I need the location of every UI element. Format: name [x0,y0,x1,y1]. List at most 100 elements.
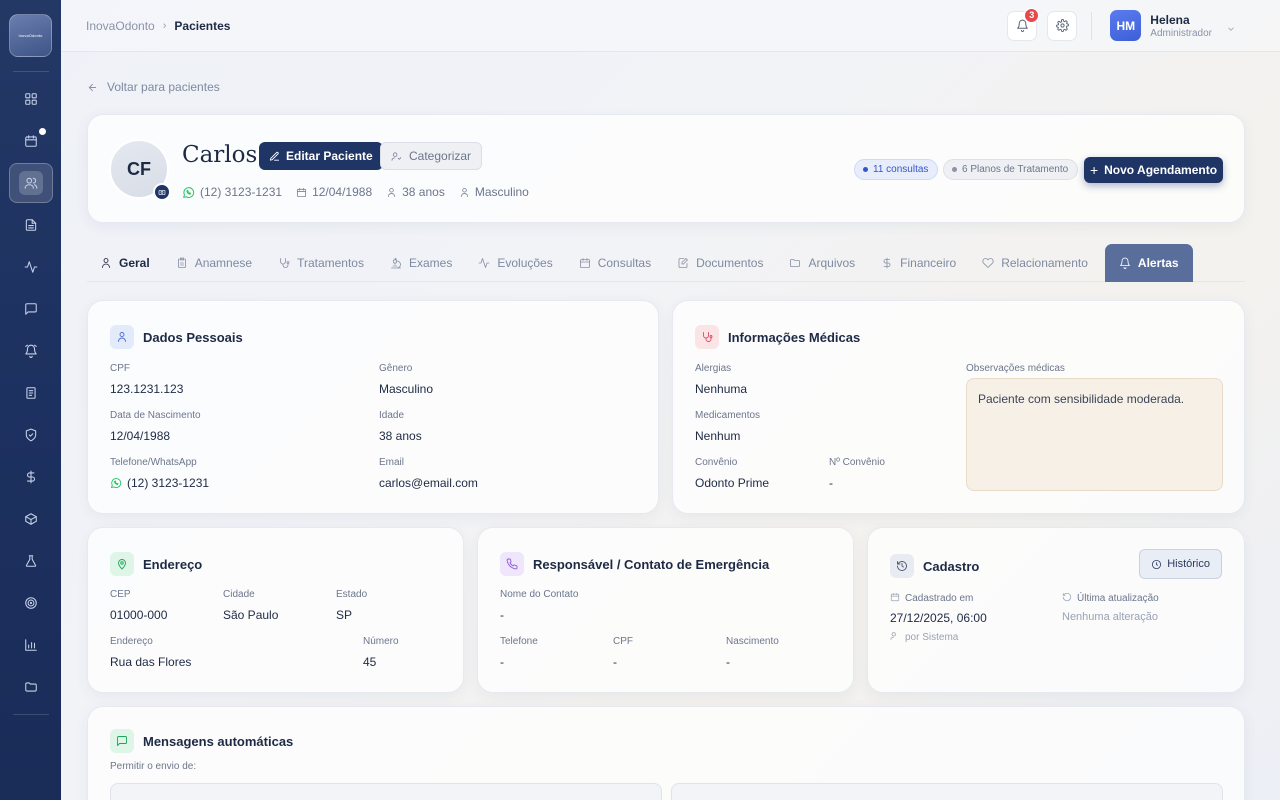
card-title: Endereço [110,552,202,576]
edit-patient-label: Editar Paciente [286,149,373,163]
cadastrado-em-value: 27/12/2025, 06:00 [890,611,987,625]
cep-label: CEP [110,589,131,600]
history-icon [897,561,907,571]
user-menu-toggle[interactable] [1226,21,1236,31]
cadastrado-em-label: Cadastrado em [890,592,973,604]
card-icon [110,552,134,576]
grid-icon [24,93,37,105]
nascimento-label: Nascimento [726,636,779,647]
tab-label: Financeiro [900,256,957,270]
new-appointment-button[interactable]: + Novo Agendamento [1084,157,1223,183]
dollar-icon [883,257,891,269]
planos-badge-label: 6 Planos de Tratamento [962,164,1069,175]
mensagens-card: Mensagens automáticas Permitir o envio d… [87,706,1245,800]
estado-value: SP [336,608,353,622]
sidebar-item-arquivos[interactable] [9,667,53,707]
endereco-card: Endereço CEP 01000-000 Cidade São Paulo … [87,527,464,693]
tab-arquivos[interactable]: Arquivos [776,244,868,282]
sidebar-item-agenda[interactable] [9,121,53,161]
ultima-atualizacao-text: Última atualização [1077,593,1159,604]
telefone-value[interactable]: (12) 3123-1231 [110,476,209,490]
info-medicas-card: Informações Médicas Alergias Nenhuma Med… [672,300,1245,514]
sidebar-divider [12,714,49,715]
patient-phone[interactable]: (12) 3123-1231 [182,185,282,199]
bar-chart-icon [24,639,37,651]
patient-age-value: 38 anos [402,185,445,199]
medicamentos-label: Medicamentos [695,410,761,421]
patient-birthdate: 12/04/1988 [296,185,372,199]
gear-icon [1055,19,1069,32]
responsavel-card: Responsável / Contato de Emergência Nome… [477,527,854,693]
sidebar-item-atividade[interactable] [9,247,53,287]
whatsapp-icon [183,186,195,198]
alarm-icon [24,344,37,358]
sidebar-item-dashboard[interactable] [9,79,53,119]
card-title-text: Informações Médicas [728,329,861,345]
edit-patient-button[interactable]: Editar Paciente [259,142,383,170]
back-label: Voltar para pacientes [107,80,220,94]
plus-icon: + [1089,162,1099,178]
settings-button[interactable] [1047,10,1078,41]
email-value: carlos@email.com [379,476,478,490]
tab-documentos[interactable]: Documentos [664,244,776,282]
nascimento-value: - [726,655,730,669]
sidebar-item-recibos[interactable] [9,373,53,413]
consultas-badge: 11 consultas [854,159,939,180]
map-pin-icon [118,559,126,570]
app-logo[interactable]: InovaOdonto [9,14,52,57]
card-icon [110,729,134,753]
sidebar-item-relatorios[interactable] [9,625,53,665]
historico-button[interactable]: Histórico [1139,549,1222,579]
card-title: Cadastro [890,554,979,578]
notifications-button[interactable]: 3 [1007,7,1040,41]
cadastro-card: Cadastro Histórico Cadastrado em 27/12/2… [867,527,1245,693]
tab-financeiro[interactable]: Financeiro [868,244,969,282]
breadcrumb-root[interactable]: InovaOdonto [86,19,155,33]
pencil-icon [269,151,280,161]
sidebar-item-documentos[interactable] [9,205,53,245]
sidebar-item-lembretes[interactable] [9,331,53,371]
ultima-atualizacao-value: Nenhuma alteração [1062,611,1159,623]
sidebar-item-seguranca[interactable] [9,415,53,455]
heart-icon [982,258,994,268]
calendar-icon [579,258,590,268]
sidebar-item-pacientes[interactable] [8,163,53,203]
sidebar-item-estoque[interactable] [9,499,53,539]
user-info[interactable]: Helena Administrador [1150,13,1212,39]
sidebar-item-financeiro[interactable] [9,457,53,497]
users-icon [24,177,37,189]
camera-icon [158,190,166,195]
tab-anamnese[interactable]: Anamnese [163,244,265,282]
back-to-patients-link[interactable]: Voltar para pacientes [87,80,220,94]
tab-tratamentos[interactable]: Tratamentos [265,244,377,282]
estado-label: Estado [336,589,368,600]
sidebar-item-laboratorio[interactable] [9,541,53,581]
tab-label: Tratamentos [297,256,364,270]
tab-exames[interactable]: Exames [377,244,465,282]
tab-relacionamento[interactable]: Relacionamento [969,244,1101,282]
user-avatar[interactable]: HM [1110,10,1142,41]
message-icon [24,303,37,315]
sidebar-item-metas[interactable] [9,583,53,623]
message-option[interactable] [671,783,1223,800]
endereco-label: Endereço [110,636,153,647]
user-icon [102,258,110,268]
message-option[interactable] [110,783,662,800]
telefone-value: - [500,655,504,669]
sidebar-item-mensagens[interactable] [9,289,53,329]
arrow-left-icon [88,83,97,91]
user-icon [460,187,468,197]
tab-consultas[interactable]: Consultas [566,244,664,282]
telefone-label: Telefone/WhatsApp [110,457,197,468]
tab-label: Consultas [597,256,652,270]
cadastrado-por: por Sistema [890,631,958,643]
card-title: Responsável / Contato de Emergência [500,552,769,576]
change-photo-button[interactable] [153,183,171,201]
tab-label: Relacionamento [1001,256,1088,270]
card-icon [110,325,134,349]
tab-geral[interactable]: Geral [87,244,163,282]
telefone-label: Telefone [500,636,538,647]
categorize-button[interactable]: Categorizar [380,142,483,170]
tab-evolucoes[interactable]: Evoluções [465,244,565,282]
tab-alertas[interactable]: Alertas [1104,244,1193,282]
